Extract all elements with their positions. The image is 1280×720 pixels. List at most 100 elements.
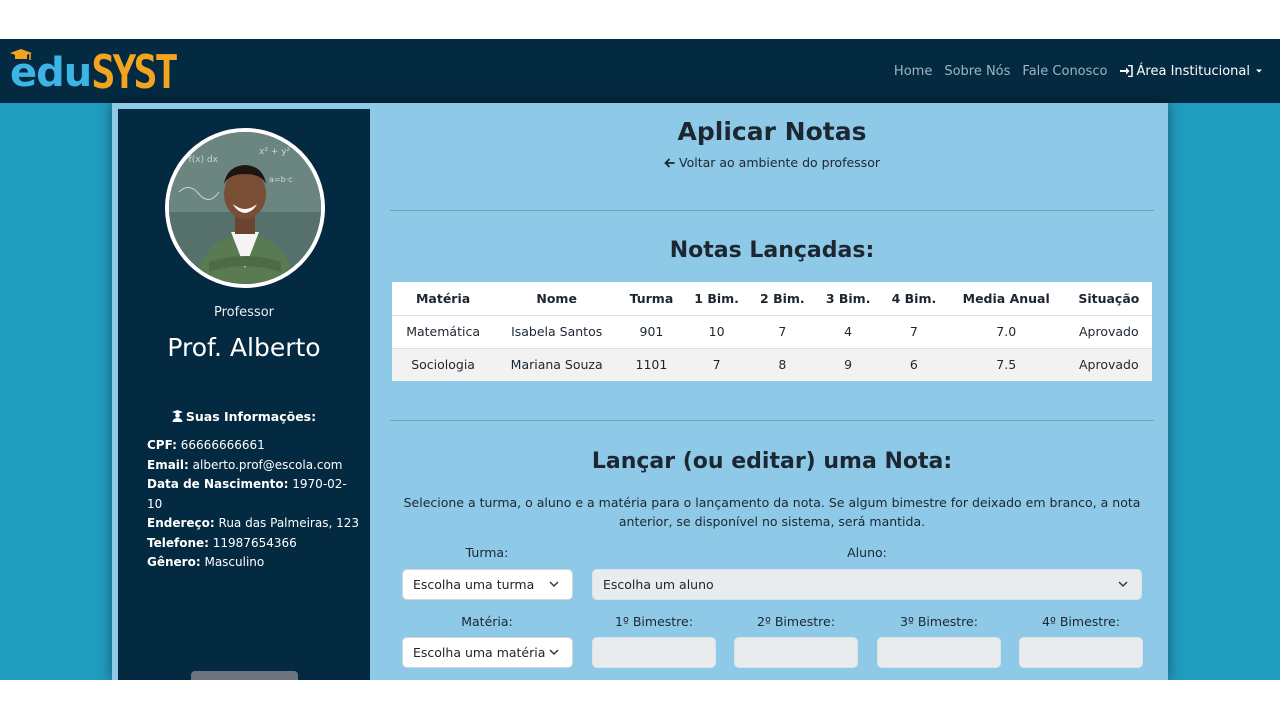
user-graduate-icon: [171, 410, 183, 422]
svg-text:a=b·c: a=b·c: [269, 175, 293, 184]
aluno-label: Aluno:: [847, 545, 887, 560]
turma-label: Turma:: [465, 545, 509, 560]
table-cell: 10: [683, 314, 750, 348]
aluno-select-value: Escolha um aluno: [603, 577, 714, 592]
info-label: Endereço:: [147, 516, 215, 530]
aluno-select[interactable]: Escolha um aluno: [592, 569, 1142, 600]
role-label: Professor: [213, 305, 275, 320]
info-birthdate: Data de Nascimento: 1970-02-10: [147, 475, 362, 514]
bottom-margin: [0, 680, 1280, 720]
grades-table: Matéria Nome Turma 1 Bim. 2 Bim. 3 Bim. …: [392, 282, 1152, 381]
info-value: alberto.prof@escola.com: [192, 457, 343, 472]
table-cell: 7: [683, 347, 750, 381]
info-label: Gênero:: [147, 555, 201, 569]
sign-in-icon: [1119, 65, 1133, 77]
info-value: 66666666661: [180, 438, 265, 452]
table-cell: 901: [619, 314, 684, 348]
logo-syst-text: SYST: [91, 46, 178, 100]
info-email: Email: alberto.prof@escola.com: [147, 456, 362, 476]
table-cell: 7.5: [946, 347, 1066, 381]
table-cell: Mariana Souza: [494, 347, 620, 381]
col-header: 2 Bim.: [749, 282, 816, 315]
info-phone: Telefone: 11987654366: [147, 534, 362, 554]
table-row: Matemática Isabela Santos 901 10 7 4 7 7…: [392, 314, 1152, 348]
top-margin: [0, 0, 1280, 39]
info-value: 11987654366: [212, 535, 297, 550]
info-list: CPF: 66666666661 Email: alberto.prof@esc…: [147, 436, 362, 573]
back-link-label: Voltar ao ambiente do professor: [679, 155, 880, 170]
col-header: 1 Bim.: [683, 282, 750, 315]
col-header: Turma: [619, 282, 684, 315]
professor-name: Prof. Alberto: [167, 333, 321, 362]
bim3-input[interactable]: [877, 637, 1001, 668]
info-title: Suas Informações:: [118, 409, 370, 424]
info-label: Data de Nascimento:: [147, 477, 289, 491]
info-cpf: CPF: 66666666661: [147, 436, 362, 456]
bim3-label: 3º Bimestre:: [900, 614, 978, 629]
col-header: 4 Bim.: [881, 282, 947, 315]
info-label: Email:: [147, 457, 189, 472]
arrow-left-icon: [664, 158, 675, 168]
table-cell: 1101: [619, 347, 684, 381]
info-value: Rua das Palmeiras, 123: [218, 516, 359, 530]
bim2-label: 2º Bimestre:: [757, 614, 835, 629]
nav-area-institucional-dropdown[interactable]: Área Institucional: [1119, 63, 1264, 79]
table-cell: 7.0: [946, 314, 1066, 348]
col-header: 3 Bim.: [815, 282, 882, 315]
nav-links: Home Sobre Nós Fale Conosco Área Institu…: [894, 39, 1264, 103]
nav-fale-conosco[interactable]: Fale Conosco: [1022, 64, 1107, 79]
turma-select-value: Escolha uma turma: [413, 577, 535, 592]
chevron-down-icon: [549, 649, 559, 656]
nav-sobre-nos[interactable]: Sobre Nós: [944, 64, 1010, 79]
table-row: Sociologia Mariana Souza 1101 7 8 9 6 7.…: [392, 347, 1152, 381]
col-header: Situação: [1065, 282, 1152, 315]
table-cell: Matemática: [392, 314, 495, 348]
chevron-down-icon: [549, 581, 559, 588]
main-panel: Aplicar Notas Voltar ao ambiente do prof…: [388, 103, 1156, 680]
table-cell: 9: [815, 347, 882, 381]
turma-select[interactable]: Escolha uma turma: [402, 569, 573, 600]
content-container: ∫ f(x) dx x² + y² a=b·c Professor Prof. …: [112, 103, 1168, 691]
bim2-input[interactable]: [734, 637, 858, 668]
info-label: CPF:: [147, 438, 177, 452]
materia-label: Matéria:: [461, 614, 513, 629]
info-value: Masculino: [204, 555, 265, 569]
grades-title: Notas Lançadas:: [669, 238, 875, 263]
bim1-input[interactable]: [592, 637, 716, 668]
nav-area-institucional-label: Área Institucional: [1136, 63, 1250, 79]
page-title: Aplicar Notas: [677, 117, 867, 146]
col-header: Matéria: [392, 282, 495, 315]
divider: [390, 210, 1154, 211]
chevron-down-icon: [1118, 581, 1128, 588]
back-link[interactable]: Voltar ao ambiente do professor: [388, 155, 1156, 170]
form-title: Lançar (ou editar) uma Nota:: [591, 449, 953, 474]
table-cell: Sociologia: [392, 347, 495, 381]
info-address: Endereço: Rua das Palmeiras, 123: [147, 514, 362, 534]
bim1-label: 1º Bimestre:: [615, 614, 693, 629]
materia-select[interactable]: Escolha uma matéria: [402, 637, 573, 668]
form-description: Selecione a turma, o aluno e a matéria p…: [403, 495, 1141, 529]
info-gender: Gênero: Masculino: [147, 553, 362, 573]
svg-text:x² + y²: x² + y²: [259, 147, 291, 157]
bim4-label: 4º Bimestre:: [1042, 614, 1120, 629]
materia-select-value: Escolha uma matéria: [413, 645, 546, 660]
info-title-text: Suas Informações:: [185, 409, 317, 424]
table-cell: 4: [815, 314, 882, 348]
caret-down-icon: [1256, 69, 1262, 73]
table-cell: 8: [749, 347, 816, 381]
col-header: Nome: [494, 282, 620, 315]
table-cell: Aprovado: [1065, 314, 1152, 348]
table-header-row: Matéria Nome Turma 1 Bim. 2 Bim. 3 Bim. …: [392, 282, 1152, 315]
professor-sidebar: ∫ f(x) dx x² + y² a=b·c Professor Prof. …: [118, 109, 370, 691]
table-cell: 7: [881, 314, 947, 348]
table-cell: Isabela Santos: [494, 314, 620, 348]
table-cell: Aprovado: [1065, 347, 1152, 381]
bim4-input[interactable]: [1019, 637, 1143, 668]
table-cell: 7: [749, 314, 816, 348]
table-cell: 6: [881, 347, 947, 381]
edusyst-logo[interactable]: edu SYST: [10, 47, 179, 98]
nav-home[interactable]: Home: [894, 64, 932, 79]
divider: [390, 420, 1154, 421]
professor-avatar: ∫ f(x) dx x² + y² a=b·c: [165, 128, 325, 288]
col-header: Media Anual: [946, 282, 1066, 315]
